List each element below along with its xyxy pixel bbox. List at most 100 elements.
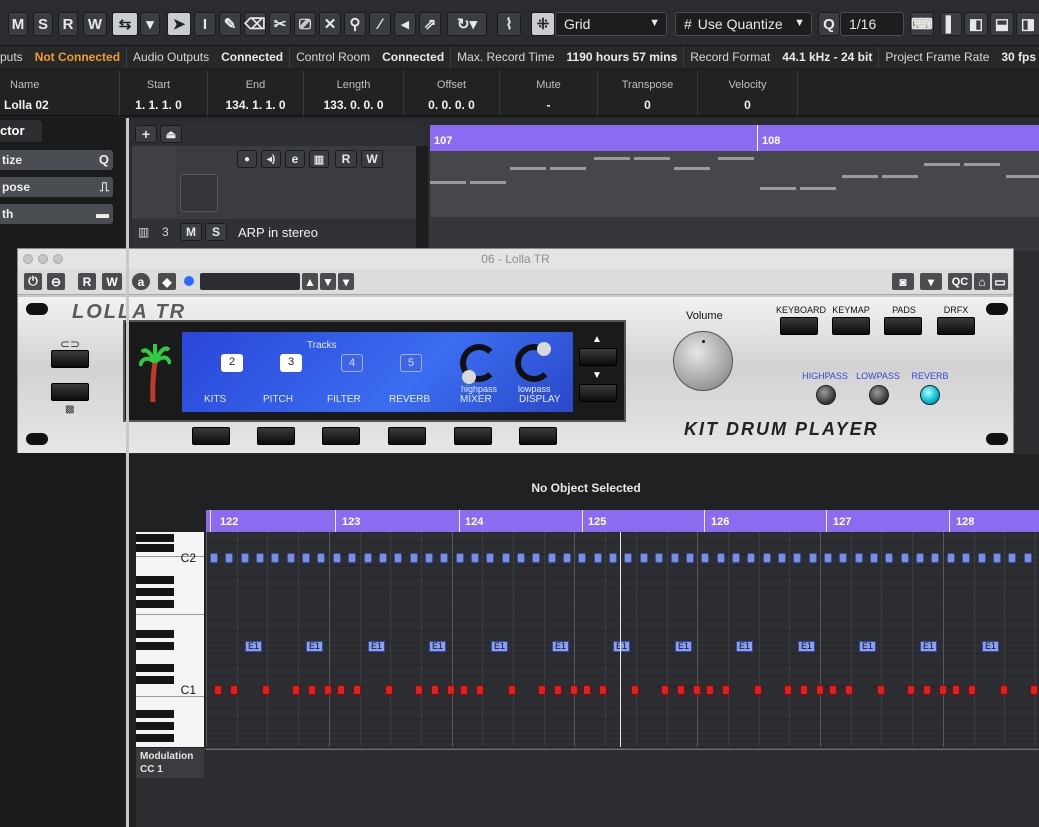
quantize-value-field[interactable]: 1/16: [840, 12, 904, 36]
note-event-c2[interactable]: [701, 553, 709, 563]
note-event-c1[interactable]: [816, 685, 824, 695]
note-event-c1[interactable]: [877, 685, 885, 695]
note-event-c2[interactable]: [410, 553, 418, 563]
note-event-c2[interactable]: [763, 553, 771, 563]
key-editor-ruler[interactable]: 122 123 124 125 126 127 128: [206, 510, 1039, 532]
comp-tool-icon[interactable]: ⇗: [419, 12, 441, 36]
erase-tool-icon[interactable]: ⌫: [244, 12, 266, 36]
power-icon[interactable]: ⏻: [24, 273, 42, 290]
note-event-c1[interactable]: [583, 685, 591, 695]
note-event-c1[interactable]: [677, 685, 685, 695]
controller-lane[interactable]: [136, 748, 1039, 827]
minimize-window-icon[interactable]: [38, 254, 48, 264]
lcd-soft-button-reverb[interactable]: [388, 427, 426, 445]
black-key[interactable]: [136, 664, 174, 672]
note-event-c2[interactable]: [302, 553, 310, 563]
note-event-c1[interactable]: [324, 685, 332, 695]
note-event-c1[interactable]: [570, 685, 578, 695]
draw-tool-icon[interactable]: ✎: [219, 12, 241, 36]
note-event-c2[interactable]: [947, 553, 955, 563]
note-event-c1[interactable]: [939, 685, 947, 695]
note-event-c1[interactable]: [952, 685, 960, 695]
note-event-c1[interactable]: [907, 685, 915, 695]
note-event-e1[interactable]: E1: [429, 641, 446, 652]
note-event-c2[interactable]: [578, 553, 586, 563]
chevron-down-icon[interactable]: ▾: [920, 273, 942, 290]
note-event-c2[interactable]: [440, 553, 448, 563]
scroll-down-button[interactable]: [579, 384, 617, 402]
black-key[interactable]: [136, 710, 174, 718]
pads-button[interactable]: [884, 317, 922, 335]
quick-controls-button[interactable]: QC: [948, 273, 972, 290]
line-tool-icon[interactable]: ∕: [369, 12, 391, 36]
layout-inspector-icon[interactable]: ◧: [964, 12, 988, 36]
note-event-c2[interactable]: [364, 553, 372, 563]
add-track-icon[interactable]: +: [135, 125, 157, 143]
note-event-e1[interactable]: E1: [245, 641, 262, 652]
inspector-quantize-row[interactable]: tize Q: [0, 150, 113, 170]
note-event-c2[interactable]: [425, 553, 433, 563]
note-event-c1[interactable]: [262, 685, 270, 695]
plugin-title-bar[interactable]: 06 - Lolla TR: [18, 249, 1013, 269]
note-event-c2[interactable]: [931, 553, 939, 563]
track-read-button[interactable]: R: [335, 150, 357, 168]
note-event-c1[interactable]: [415, 685, 423, 695]
black-key[interactable]: [136, 534, 174, 542]
lowpass-switch[interactable]: [869, 385, 889, 405]
note-event-e1[interactable]: E1: [306, 641, 323, 652]
reverb-switch[interactable]: [920, 385, 940, 405]
note-event-c2[interactable]: [333, 553, 341, 563]
note-event-c1[interactable]: [631, 685, 639, 695]
note-event-c2[interactable]: [241, 553, 249, 563]
black-key[interactable]: [136, 600, 174, 608]
lcd-soft-button-mixer[interactable]: [454, 427, 492, 445]
note-event-e1[interactable]: E1: [675, 641, 692, 652]
expand-icon[interactable]: ▭: [992, 273, 1008, 290]
info-offset[interactable]: Offset 0. 0. 0. 0: [404, 70, 500, 116]
note-event-c2[interactable]: [747, 553, 755, 563]
note-event-e1[interactable]: E1: [368, 641, 385, 652]
snap-toggle-icon[interactable]: ⌇: [497, 12, 521, 36]
automation-mode-icon[interactable]: ⇆: [112, 12, 138, 36]
black-key[interactable]: [136, 544, 174, 552]
note-event-c1[interactable]: [722, 685, 730, 695]
snap-on-icon[interactable]: ⁜: [531, 12, 555, 36]
note-event-c1[interactable]: [1000, 685, 1008, 695]
black-key[interactable]: [136, 642, 174, 650]
plugin-a-button[interactable]: a: [132, 273, 150, 290]
note-event-c1[interactable]: [599, 685, 607, 695]
note-event-c2[interactable]: [225, 553, 233, 563]
plugin-write-button[interactable]: W: [102, 273, 122, 290]
info-transpose[interactable]: Transpose 0: [598, 70, 698, 116]
glue-tool-icon[interactable]: ⎚: [294, 12, 316, 36]
note-event-c1[interactable]: [1030, 685, 1038, 695]
note-event-c2[interactable]: [809, 553, 817, 563]
camera-icon[interactable]: ◙: [892, 273, 914, 290]
note-event-c2[interactable]: [993, 553, 1001, 563]
note-event-c2[interactable]: [624, 553, 632, 563]
record-enable-icon[interactable]: ●: [237, 150, 257, 168]
note-event-c2[interactable]: [317, 553, 325, 563]
keyboard-button[interactable]: [780, 317, 818, 335]
lcd-soft-button-filter[interactable]: [322, 427, 360, 445]
note-event-e1[interactable]: E1: [613, 641, 630, 652]
note-event-c1[interactable]: [431, 685, 439, 695]
note-event-c1[interactable]: [292, 685, 300, 695]
layout-right-icon[interactable]: ◨: [1016, 12, 1039, 36]
note-event-c1[interactable]: [447, 685, 455, 695]
keymap-button[interactable]: [832, 317, 870, 335]
note-event-c2[interactable]: [901, 553, 909, 563]
note-event-c1[interactable]: [829, 685, 837, 695]
controller-lane-label[interactable]: Modulation CC 1: [136, 748, 204, 778]
track-solo-button[interactable]: S: [205, 223, 227, 241]
grid-type-select[interactable]: Grid ▼: [555, 12, 667, 36]
black-key[interactable]: [136, 576, 174, 584]
note-event-c2[interactable]: [671, 553, 679, 563]
track-3-button[interactable]: 3: [280, 354, 302, 372]
object-select-tool-icon[interactable]: ➤: [167, 12, 191, 36]
note-event-c1[interactable]: [845, 685, 853, 695]
note-event-c2[interactable]: [839, 553, 847, 563]
close-window-icon[interactable]: [23, 254, 33, 264]
note-event-c2[interactable]: [594, 553, 602, 563]
chevron-down-icon[interactable]: ▾: [140, 12, 160, 36]
